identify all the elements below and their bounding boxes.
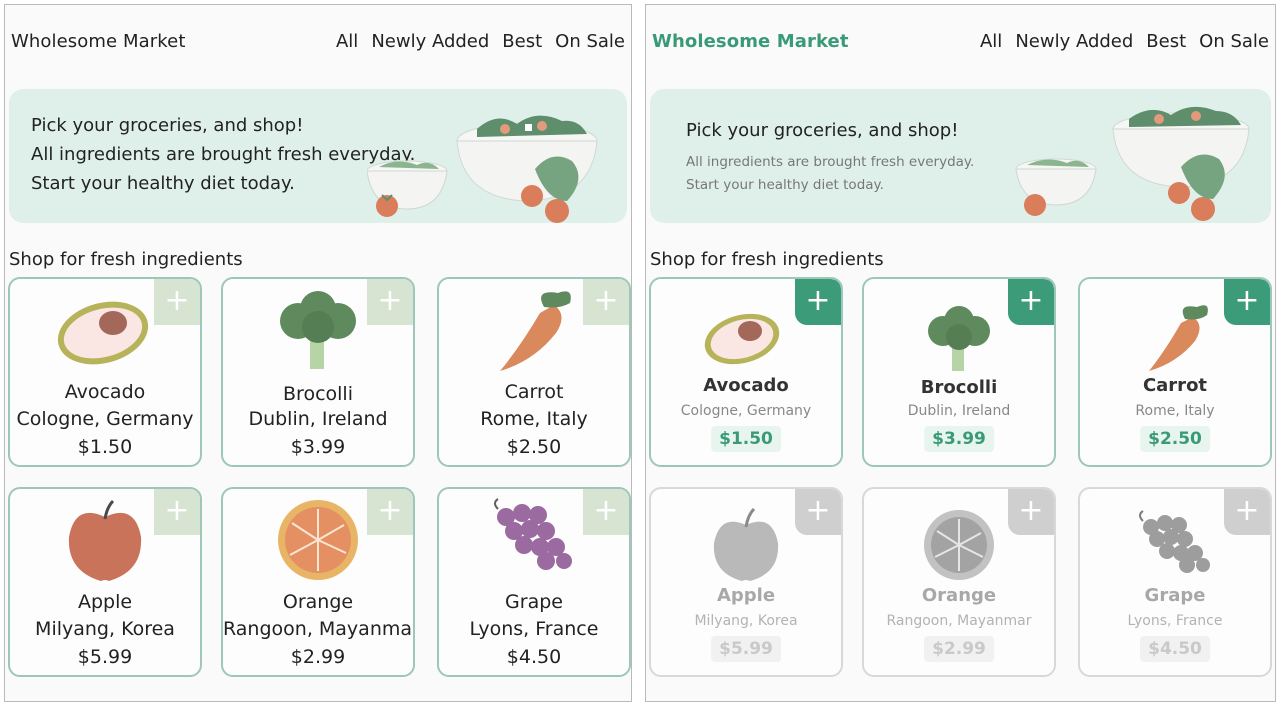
product-price: $2.50: [1140, 426, 1210, 452]
orange-icon: [864, 497, 1054, 583]
product-origin: Lyons, France: [469, 618, 599, 640]
apple-icon: [10, 497, 200, 583]
product-card-orange[interactable]: + Orange Rangoon, Mayanmar $2.99: [862, 487, 1056, 677]
product-price: $5.99: [711, 636, 781, 662]
product-name: Carrot: [1142, 375, 1208, 396]
banner-text: Start your healthy diet today.: [31, 173, 295, 194]
product-origin: Cologne, Germany: [16, 408, 194, 430]
nav-on-sale[interactable]: On Sale: [1199, 31, 1269, 52]
section-title: Shop for fresh ingredients: [9, 249, 243, 270]
salad-bowl-illustration: [1015, 106, 1250, 221]
product-card-apple[interactable]: + Apple Milyang, Korea $5.99: [649, 487, 843, 677]
product-origin: Milyang, Korea: [694, 613, 798, 629]
product-name: Apple: [77, 591, 133, 613]
product-origin: Milyang, Korea: [35, 618, 175, 640]
product-price: $2.50: [506, 436, 562, 458]
product-price: $4.50: [1140, 636, 1210, 662]
product-card-brocolli[interactable]: + Brocolli Dublin, Ireland $3.99: [221, 277, 415, 467]
banner-text: All ingredients are brought fresh everyd…: [31, 144, 416, 165]
nav-all[interactable]: All: [980, 31, 1002, 52]
banner-text: All ingredients are brought fresh everyd…: [686, 154, 975, 170]
hero-banner: Pick your groceries, and shop! All ingre…: [9, 89, 627, 223]
product-price: $3.99: [924, 426, 994, 452]
nav-menu: All Newly Added Best On Sale: [980, 31, 1269, 52]
nav-on-sale[interactable]: On Sale: [555, 31, 625, 52]
product-name: Avocado: [703, 375, 789, 396]
product-card-apple[interactable]: + Apple Milyang, Korea $5.99: [8, 487, 202, 677]
banner-headline: Pick your groceries, and shop!: [686, 120, 959, 141]
product-price: $4.50: [506, 646, 562, 668]
product-card-avocado[interactable]: + Avocado Cologne, Germany $1.50: [649, 277, 843, 467]
product-price: $3.99: [290, 436, 346, 458]
product-origin: Cologne, Germany: [680, 403, 812, 419]
product-origin: Rome, Italy: [480, 408, 588, 430]
market-page-redesign: Wholesome Market All Newly Added Best On…: [645, 4, 1276, 702]
product-name: Orange: [282, 591, 354, 613]
grape-icon: [439, 497, 629, 583]
product-card-carrot[interactable]: + Carrot Rome, Italy $2.50: [1078, 277, 1272, 467]
product-name: Orange: [921, 585, 997, 606]
salad-bowl-illustration: [367, 115, 598, 223]
broccoli-icon: [864, 287, 1054, 373]
product-origin: Rangoon, Mayanmar: [223, 618, 415, 640]
avocado-icon: [651, 287, 841, 373]
nav-all[interactable]: All: [336, 31, 358, 52]
top-nav: Wholesome Market All Newly Added Best On…: [652, 31, 1269, 61]
product-card-orange[interactable]: + Orange Rangoon, Mayanmar $2.99: [221, 487, 415, 677]
product-card-avocado[interactable]: + Avocado Cologne, Germany $1.50: [8, 277, 202, 467]
avocado-icon: [10, 287, 200, 373]
product-price: $1.50: [711, 426, 781, 452]
product-price: $2.99: [924, 636, 994, 662]
product-name: Apple: [716, 585, 776, 606]
product-card-grape[interactable]: + Grape Lyons, France $4.50: [437, 487, 631, 677]
orange-icon: [223, 497, 413, 583]
carrot-icon: [1080, 287, 1270, 373]
product-card-grape[interactable]: + Grape Lyons, France $4.50: [1078, 487, 1272, 677]
top-nav: Wholesome Market All Newly Added Best On…: [11, 31, 625, 61]
product-price: $1.50: [77, 436, 133, 458]
market-page-original: Wholesome Market All Newly Added Best On…: [4, 4, 632, 702]
carrot-icon: [439, 287, 629, 373]
product-card-carrot[interactable]: + Carrot Rome, Italy $2.50: [437, 277, 631, 467]
nav-newly-added[interactable]: Newly Added: [371, 31, 489, 52]
banner-headline: Pick your groceries, and shop!: [31, 115, 304, 136]
product-name: Avocado: [64, 381, 146, 403]
product-price: $5.99: [77, 646, 133, 668]
product-name: Grape: [1144, 585, 1206, 606]
nav-best[interactable]: Best: [502, 31, 542, 52]
apple-icon: [651, 497, 841, 583]
nav-menu: All Newly Added Best On Sale: [336, 31, 625, 52]
hero-banner: Pick your groceries, and shop! All ingre…: [650, 89, 1271, 223]
brand-logo[interactable]: Wholesome Market: [11, 31, 186, 52]
nav-best[interactable]: Best: [1146, 31, 1186, 52]
product-card-brocolli[interactable]: + Brocolli Dublin, Ireland $3.99: [862, 277, 1056, 467]
product-name: Brocolli: [283, 383, 353, 405]
product-origin: Dublin, Ireland: [248, 408, 388, 430]
product-origin: Rome, Italy: [1135, 403, 1215, 419]
grape-icon: [1080, 497, 1270, 583]
brand-logo[interactable]: Wholesome Market: [652, 31, 849, 52]
broccoli-icon: [223, 287, 413, 373]
product-origin: Lyons, France: [1127, 613, 1223, 629]
product-name: Brocolli: [920, 377, 998, 398]
product-name: Carrot: [504, 381, 564, 403]
banner-text: Start your healthy diet today.: [686, 177, 884, 193]
product-price: $2.99: [290, 646, 346, 668]
nav-newly-added[interactable]: Newly Added: [1015, 31, 1133, 52]
product-origin: Rangoon, Mayanmar: [886, 613, 1032, 629]
product-origin: Dublin, Ireland: [907, 403, 1011, 419]
product-name: Grape: [505, 591, 563, 613]
section-title: Shop for fresh ingredients: [650, 249, 884, 270]
